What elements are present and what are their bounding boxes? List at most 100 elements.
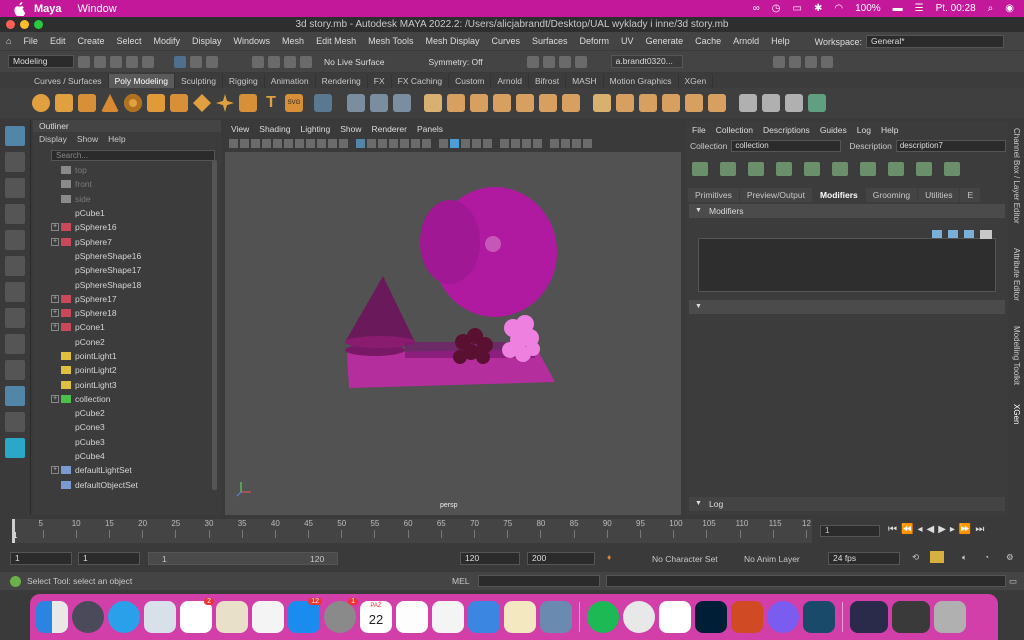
app-menu[interactable]: Maya xyxy=(34,3,62,15)
new-scene-icon[interactable] xyxy=(78,55,90,68)
viewport-menu-shading[interactable]: Shading xyxy=(259,122,290,137)
bridge-icon[interactable] xyxy=(493,94,511,112)
xgen-menu-collection[interactable]: Collection xyxy=(716,122,753,138)
xgen-tab-grooming[interactable]: Grooming xyxy=(865,188,918,202)
snap-surface-icon[interactable] xyxy=(300,55,312,68)
hypershade-icon[interactable] xyxy=(574,55,587,68)
poly-type-icon[interactable]: T xyxy=(262,94,280,112)
playback-end-field[interactable]: 120 xyxy=(460,551,520,565)
wireframe-on-shaded-icon[interactable] xyxy=(389,139,398,148)
control-center-icon[interactable]: ☰ xyxy=(915,3,924,14)
user-account-dropdown[interactable]: a.brandt0320... xyxy=(610,55,683,68)
outliner-item[interactable]: pCube4 xyxy=(33,449,221,463)
add-guide-icon[interactable] xyxy=(748,162,764,176)
shelf-tab-poly-modeling[interactable]: Poly Modeling xyxy=(108,74,175,88)
shelf-tab-mash[interactable]: MASH xyxy=(566,74,604,88)
freeze-transform-icon[interactable] xyxy=(808,94,826,112)
description-editor-icon[interactable] xyxy=(720,162,736,176)
attribute-editor-icon[interactable] xyxy=(788,55,801,68)
finder-icon[interactable] xyxy=(36,601,68,633)
menu-help[interactable]: Help xyxy=(765,36,796,46)
battery-percent[interactable]: 100% xyxy=(855,3,881,14)
photos-icon[interactable] xyxy=(252,601,284,633)
outliner-item[interactable]: pointLight2 xyxy=(33,363,221,377)
outliner-item[interactable]: top xyxy=(33,163,221,177)
lock-length-icon[interactable] xyxy=(860,162,876,176)
exposure-icon[interactable] xyxy=(561,139,570,148)
viewport-menu-renderer[interactable]: Renderer xyxy=(372,122,407,137)
save-scene-icon[interactable] xyxy=(110,55,122,68)
character-set-dropdown[interactable]: No Character Set xyxy=(652,554,718,564)
side-tab-xgen[interactable]: XGen xyxy=(1012,404,1021,424)
outliner-item[interactable]: pSphereShape17 xyxy=(33,263,221,277)
guides-flip-icon[interactable] xyxy=(944,162,960,176)
open-scene-icon[interactable] xyxy=(94,55,106,68)
viewport-menu-view[interactable]: View xyxy=(231,122,249,137)
render-settings-icon[interactable] xyxy=(558,55,571,68)
menu-cache[interactable]: Cache xyxy=(689,36,727,46)
play-forwards-icon[interactable]: ▶ xyxy=(938,524,946,535)
outliner-item[interactable]: + pCone1 xyxy=(33,320,221,334)
webex-icon[interactable] xyxy=(659,601,691,633)
step-forward-frame-icon[interactable]: ▸ xyxy=(950,524,955,535)
maya-dock-icon[interactable] xyxy=(803,601,835,633)
sound-icon[interactable]: 🔈︎ xyxy=(962,552,967,563)
minimize-window-button[interactable] xyxy=(20,20,29,29)
resolution-gate-icon[interactable] xyxy=(295,139,304,148)
shelf-tab-xgen[interactable]: XGen xyxy=(679,74,714,88)
gamma-icon[interactable] xyxy=(572,139,581,148)
go-to-start-icon[interactable]: ⏮ xyxy=(888,524,897,535)
expand-icon[interactable]: + xyxy=(51,223,59,232)
maps-icon[interactable] xyxy=(216,601,248,633)
poly-sweep-icon[interactable] xyxy=(239,94,257,112)
key-icon[interactable]: ♦ xyxy=(607,552,611,562)
expand-icon[interactable]: + xyxy=(51,294,59,303)
mel-label[interactable]: MEL xyxy=(452,576,469,586)
xgen-menu-file[interactable]: File xyxy=(692,122,706,138)
outliner-item[interactable]: + pSphere16 xyxy=(33,220,221,234)
current-frame-field[interactable]: 1 xyxy=(820,525,880,537)
last-tool-icon[interactable] xyxy=(5,282,25,302)
extrude-icon[interactable] xyxy=(470,94,488,112)
four-view-layout-icon[interactable] xyxy=(5,334,25,354)
add-modifier-icon[interactable] xyxy=(932,230,942,238)
image-plane-icon[interactable] xyxy=(262,139,271,148)
menu-edit[interactable]: Edit xyxy=(44,36,72,46)
select-object-icon[interactable] xyxy=(190,55,202,68)
triangulate-icon[interactable] xyxy=(616,94,634,112)
step-back-frame-icon[interactable]: ◂ xyxy=(917,524,922,535)
poly-cube-icon[interactable] xyxy=(55,94,73,112)
menu-display[interactable]: Display xyxy=(186,36,228,46)
loop-icon[interactable]: ⟲ xyxy=(912,552,919,563)
timeline-ruler[interactable]: 1 5 10 15 20 25 30 35 40 45 50 55 60 65 70 75 80 85 90 95 1… xyxy=(12,519,812,543)
xgen-tab-modifiers[interactable]: Modifiers xyxy=(812,188,865,202)
single-perspective-layout-icon[interactable] xyxy=(5,308,25,328)
gate-mask-icon[interactable] xyxy=(306,139,315,148)
outliner-layout-icon[interactable] xyxy=(5,386,25,406)
xgen-tab-primitives[interactable]: Primitives xyxy=(688,188,739,202)
outliner-item[interactable]: pSphereShape16 xyxy=(33,249,221,263)
menu-arnold[interactable]: Arnold xyxy=(727,36,765,46)
poly-torus-icon[interactable] xyxy=(124,94,142,112)
powerpoint-icon[interactable] xyxy=(731,601,763,633)
wireframe-icon[interactable] xyxy=(356,139,365,148)
anim-layer-dropdown[interactable]: No Anim Layer xyxy=(744,554,800,564)
two-panel-layout-icon[interactable] xyxy=(5,360,25,380)
poly-cone-icon[interactable] xyxy=(101,94,119,112)
outliner-scrollbar[interactable] xyxy=(212,160,217,490)
go-to-end-icon[interactable]: ⏭ xyxy=(975,524,984,535)
shelf-tab-fx-caching[interactable]: FX Caching xyxy=(392,74,450,88)
menu-create[interactable]: Create xyxy=(71,36,110,46)
outliner-item[interactable]: + pSphere17 xyxy=(33,292,221,306)
apple-icon[interactable] xyxy=(12,1,26,16)
create-description-icon[interactable] xyxy=(692,162,708,176)
launchpad-icon[interactable] xyxy=(72,601,104,633)
play-backwards-icon[interactable]: ◀ xyxy=(926,524,934,535)
outliner-item[interactable]: + pSphere18 xyxy=(33,306,221,320)
xgen-tab-utilities[interactable]: Utilities xyxy=(918,188,960,202)
poly-plane-icon[interactable] xyxy=(147,94,165,112)
menu-mesh-display[interactable]: Mesh Display xyxy=(419,36,485,46)
clock[interactable]: Pt. 00:28 xyxy=(936,3,976,14)
shelf-tab-motion-graphics[interactable]: Motion Graphics xyxy=(604,74,679,88)
smooth-shade-icon[interactable] xyxy=(367,139,376,148)
